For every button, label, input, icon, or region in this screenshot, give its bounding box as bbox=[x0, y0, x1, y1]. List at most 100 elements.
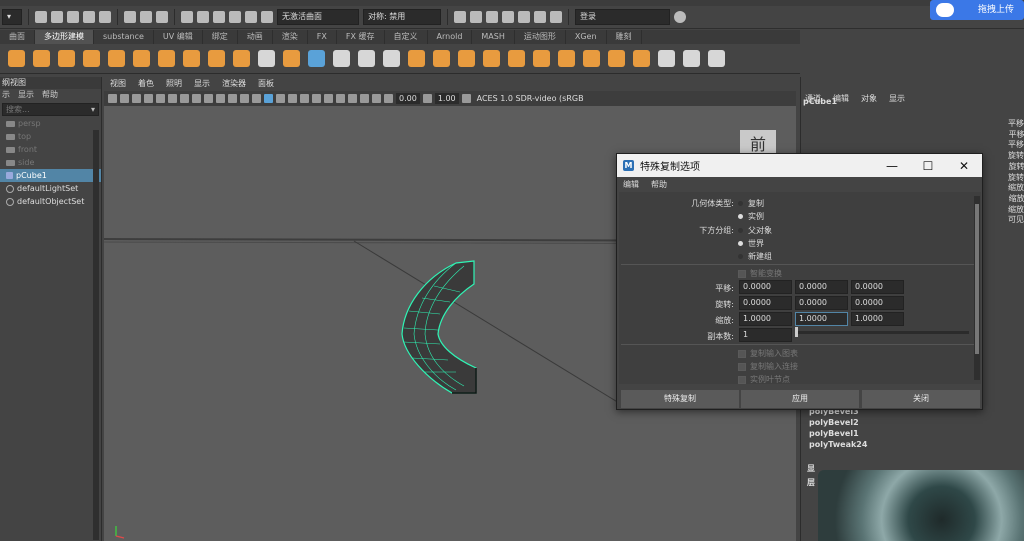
shelf-tab[interactable]: 绑定 bbox=[203, 30, 238, 44]
poly-cone-icon[interactable] bbox=[83, 50, 100, 67]
poly-cylinder-icon[interactable] bbox=[58, 50, 75, 67]
sweep-mesh-icon[interactable] bbox=[233, 50, 250, 67]
upload-widget[interactable]: 拖拽上传 bbox=[930, 0, 1024, 20]
poly-plane-icon[interactable] bbox=[133, 50, 150, 67]
channel-attribute-label[interactable]: 旋转 X bbox=[1008, 150, 1024, 161]
shelf-tab[interactable]: substance bbox=[94, 30, 154, 44]
shelf-tab[interactable]: 雕刻 bbox=[607, 30, 642, 44]
viewport-menu-item[interactable]: 视图 bbox=[110, 78, 126, 91]
uv-editor-icon[interactable] bbox=[308, 50, 325, 67]
wireframe-icon[interactable] bbox=[252, 94, 261, 103]
outliner-item[interactable]: front bbox=[0, 143, 101, 156]
channel-attribute-label[interactable]: 平移 X bbox=[1008, 118, 1024, 129]
dialog-titlebar[interactable]: M 特殊复制选项 — ☐ ✕ bbox=[617, 154, 982, 177]
close-button[interactable]: 关闭 bbox=[862, 390, 980, 408]
poly-torus-icon[interactable] bbox=[108, 50, 125, 67]
viewport-menu-item[interactable]: 显示 bbox=[194, 78, 210, 91]
instance-leaf-nodes-checkbox[interactable]: 实例叶节点 bbox=[738, 374, 790, 385]
color-space-label[interactable]: ACES 1.0 SDR-video (sRGB bbox=[474, 93, 587, 104]
shelf-tab[interactable]: Arnold bbox=[428, 30, 473, 44]
boolean-icon[interactable] bbox=[483, 50, 500, 67]
select-object-icon[interactable] bbox=[140, 11, 152, 23]
shadows-icon[interactable] bbox=[300, 94, 309, 103]
anti-alias-icon[interactable] bbox=[336, 94, 345, 103]
history-node[interactable]: polyTweak24 bbox=[809, 440, 867, 449]
select-camera-icon[interactable] bbox=[108, 94, 117, 103]
outliner-item[interactable]: top bbox=[0, 130, 101, 143]
save-scene-icon[interactable] bbox=[67, 11, 79, 23]
shelf-tab[interactable]: 渲染 bbox=[273, 30, 308, 44]
safe-action-icon[interactable] bbox=[240, 94, 249, 103]
undo-icon[interactable] bbox=[83, 11, 95, 23]
layer-tab-label[interactable]: 显 bbox=[807, 463, 815, 474]
ipr-render-icon[interactable] bbox=[486, 11, 498, 23]
gamma-field[interactable]: 1.00 bbox=[434, 93, 459, 104]
smart-transform-checkbox[interactable]: 智能变换 bbox=[738, 268, 782, 279]
mode-dropdown[interactable]: ▾ bbox=[2, 9, 22, 25]
dialog-menu-item[interactable]: 编辑 bbox=[623, 179, 639, 190]
dialog-menu-item[interactable]: 帮助 bbox=[651, 179, 667, 190]
outliner-menu-item[interactable]: 帮助 bbox=[42, 89, 58, 102]
2d-pan-icon[interactable] bbox=[156, 94, 165, 103]
snap-surface-icon[interactable] bbox=[245, 11, 257, 23]
poly-disc-icon[interactable] bbox=[158, 50, 175, 67]
maximize-icon[interactable]: ☐ bbox=[910, 159, 946, 173]
separate-icon[interactable] bbox=[433, 50, 450, 67]
radio-instance[interactable]: 实例 bbox=[738, 211, 764, 222]
radio-world[interactable]: 世界 bbox=[738, 238, 764, 249]
type-icon[interactable] bbox=[258, 50, 275, 67]
exposure-field[interactable]: 0.00 bbox=[396, 93, 420, 104]
duplicate-input-connections-checkbox[interactable]: 复制输入连接 bbox=[738, 361, 798, 372]
camera-attributes-icon[interactable] bbox=[120, 94, 129, 103]
radio-copy[interactable]: 复制 bbox=[738, 198, 764, 209]
bridge-icon[interactable] bbox=[558, 50, 575, 67]
exposure-icon[interactable] bbox=[384, 94, 393, 103]
channel-attribute-label[interactable]: 缩放 X bbox=[1008, 182, 1024, 193]
open-scene-icon[interactable] bbox=[51, 11, 63, 23]
combine-icon[interactable] bbox=[408, 50, 425, 67]
outliner-item[interactable]: pCube1 bbox=[0, 169, 101, 182]
select-component-icon[interactable] bbox=[156, 11, 168, 23]
append-polygon-icon[interactable] bbox=[633, 50, 650, 67]
scale-z-field[interactable]: 1.0000 bbox=[851, 312, 904, 326]
translate-y-field[interactable]: 0.0000 bbox=[795, 280, 848, 294]
channel-attribute-label[interactable]: 缩放 Y bbox=[1009, 193, 1024, 204]
duplicate-special-button[interactable]: 特殊复制 bbox=[621, 390, 739, 408]
bend-icon[interactable] bbox=[658, 50, 675, 67]
copies-slider-track[interactable] bbox=[795, 331, 969, 334]
translate-z-field[interactable]: 0.0000 bbox=[851, 280, 904, 294]
help-line-icon[interactable] bbox=[674, 11, 686, 23]
radio-new-group[interactable]: 新建组 bbox=[738, 251, 772, 262]
xray-joints-icon[interactable] bbox=[372, 94, 381, 103]
hypershade-icon[interactable] bbox=[518, 11, 530, 23]
render-frame-icon[interactable] bbox=[470, 11, 482, 23]
scale-x-field[interactable]: 1.0000 bbox=[739, 312, 792, 326]
ambient-occlusion-icon[interactable] bbox=[312, 94, 321, 103]
snap-curve-icon[interactable] bbox=[197, 11, 209, 23]
gate-mask-icon[interactable] bbox=[216, 94, 225, 103]
grease-pencil-icon[interactable] bbox=[168, 94, 177, 103]
super-shape-icon[interactable] bbox=[208, 50, 225, 67]
fill-hole-icon[interactable] bbox=[608, 50, 625, 67]
channel-attribute-label[interactable]: 旋转 Z bbox=[1008, 172, 1024, 183]
layer-tab-label[interactable]: 层 bbox=[807, 477, 815, 488]
isolate-select-icon[interactable] bbox=[348, 94, 357, 103]
xray-icon[interactable] bbox=[360, 94, 369, 103]
shelf-tab[interactable]: UV 编辑 bbox=[154, 30, 203, 44]
shelf-tab[interactable]: FX 缓存 bbox=[337, 30, 385, 44]
outliner-item[interactable]: persp bbox=[0, 117, 101, 130]
snap-live-icon[interactable] bbox=[261, 11, 273, 23]
field-chart-icon[interactable] bbox=[228, 94, 237, 103]
viewport-menu-item[interactable]: 面板 bbox=[258, 78, 274, 91]
outliner-menu-item[interactable]: 显示 bbox=[18, 89, 34, 102]
scale-y-field[interactable]: 1.0000 bbox=[795, 312, 848, 326]
bookmark-icon[interactable] bbox=[132, 94, 141, 103]
play-icon[interactable] bbox=[534, 11, 546, 23]
rotate-z-field[interactable]: 0.0000 bbox=[851, 296, 904, 310]
viewport-menu-item[interactable]: 渲染器 bbox=[222, 78, 246, 91]
active-curve-field[interactable]: 无激活曲面 bbox=[277, 9, 359, 25]
outliner-item[interactable]: side bbox=[0, 156, 101, 169]
poly-cube-icon[interactable] bbox=[33, 50, 50, 67]
pause-icon[interactable] bbox=[550, 11, 562, 23]
history-node[interactable]: polyBevel2 bbox=[809, 418, 859, 427]
